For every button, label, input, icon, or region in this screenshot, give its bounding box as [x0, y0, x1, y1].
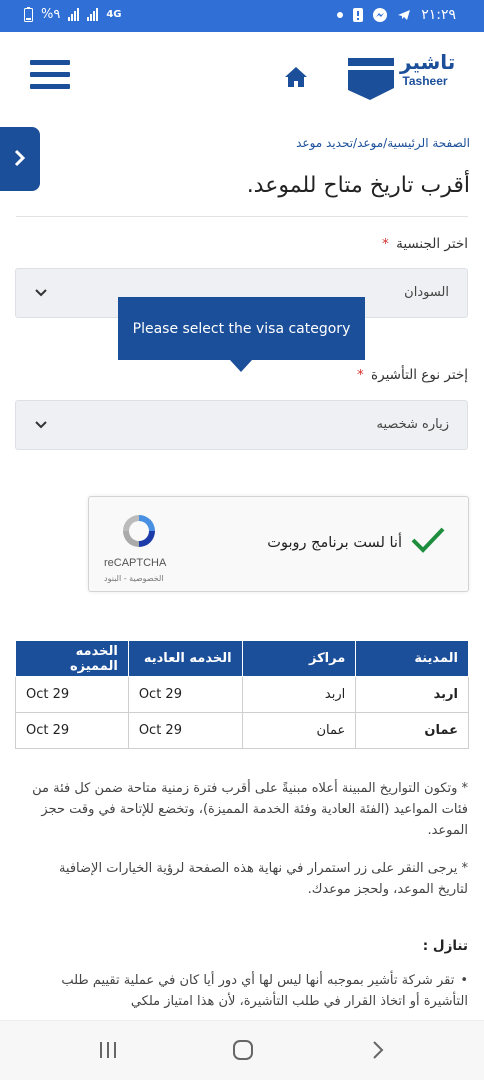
cell-center: اربد [241, 676, 357, 713]
cell-center: عمان [241, 712, 357, 749]
back-icon[interactable] [370, 1039, 386, 1061]
validation-tooltip: Please select the visa category [118, 297, 365, 360]
logo-text-en: Tasheer [402, 74, 448, 88]
alert-icon [353, 8, 364, 22]
signal-icon [68, 8, 80, 21]
status-right: ٢١:٢٩ [337, 7, 456, 23]
tooltip-arrow [230, 360, 252, 372]
table-row: اربد اربد Oct 29 Oct 29 [15, 676, 469, 713]
divider [16, 216, 468, 217]
visa-type-label: إختر نوع التأشيرة * [357, 367, 468, 383]
visa-type-label-text: إختر نوع التأشيرة [371, 367, 468, 383]
visa-type-select[interactable]: زياره شخصيه [15, 400, 468, 450]
disclaimer-title: تنازل : [422, 938, 468, 954]
disclaimer-body: تقر شركة تأشير بموجبه أنها ليس لها أي دو… [61, 973, 468, 1009]
note-dates-info: * وتكون التواريخ المبينة أعلاه مبنيةً عل… [32, 781, 468, 838]
header-center: مراكز [241, 640, 357, 677]
recent-apps-icon[interactable] [98, 1040, 118, 1060]
nationality-label-text: اختر الجنسية [396, 236, 468, 252]
bullet: • [460, 973, 468, 988]
home-nav-icon[interactable] [232, 1039, 254, 1061]
messenger-icon [373, 8, 388, 22]
battery-icon [24, 7, 33, 22]
recaptcha-brand: reCAPTCHA [104, 557, 167, 569]
menu-button[interactable] [30, 60, 70, 94]
side-panel-toggle[interactable] [0, 127, 40, 191]
recaptcha-links[interactable]: الخصوصية - البنود [104, 574, 164, 583]
nationality-value: السودان [404, 285, 449, 300]
breadcrumb[interactable]: الصفحة الرئيسية/موعد/تحديد موعد [296, 136, 470, 150]
recaptcha-logo-icon [123, 515, 155, 547]
cell-city: اربد [355, 676, 469, 713]
signal-icon-2 [87, 8, 99, 21]
header-premium: الخدمه المميزه [15, 640, 129, 677]
required-mark: * [382, 236, 389, 252]
table-header-row: المدينة مراكز الخدمه العاديه الخدمه المم… [15, 640, 469, 677]
visa-type-value: زياره شخصيه [376, 417, 449, 432]
cell-regular-date: Oct 29 [127, 712, 243, 749]
cell-city: عمان [355, 712, 469, 749]
status-bar: ٢١:٢٩ %٩ 4G [0, 0, 484, 32]
logo-mark-icon [348, 58, 394, 100]
chevron-right-icon [14, 149, 26, 167]
home-button[interactable] [283, 64, 309, 90]
telegram-icon [398, 10, 411, 20]
system-nav-bar [0, 1020, 484, 1080]
required-mark: * [357, 367, 364, 383]
cell-regular-date: Oct 29 [127, 676, 243, 713]
cell-premium-date: Oct 29 [15, 676, 129, 713]
appointment-dates-table: المدينة مراكز الخدمه العاديه الخدمه المم… [15, 640, 469, 749]
clock: ٢١:٢٩ [421, 7, 456, 23]
logo-text: تاشير Tasheer [400, 50, 456, 88]
home-icon [285, 67, 307, 87]
cell-premium-date: Oct 29 [15, 712, 129, 749]
note-continue-info: * يرجى النقر على زر استمرار في نهاية هذه… [58, 861, 468, 897]
recaptcha-widget: أنا لست برنامج روبوت reCAPTCHA الخصوصية … [88, 496, 469, 592]
logo-text-ar: تاشير [400, 50, 456, 74]
header-city: المدينة [355, 640, 469, 677]
nationality-label: اختر الجنسية * [382, 236, 468, 252]
table-row: عمان عمان Oct 29 Oct 29 [15, 712, 469, 749]
status-left: %٩ 4G [24, 7, 122, 22]
battery-percent: %٩ [41, 7, 61, 22]
chevron-down-icon [35, 289, 47, 297]
page-title: أقرب تاريخ متاح للموعد. [246, 173, 470, 198]
disclaimer-text: •تقر شركة تأشير بموجبه أنها ليس لها أي د… [28, 970, 468, 1012]
header-regular: الخدمه العاديه [127, 640, 243, 677]
chevron-down-icon [35, 421, 47, 429]
recaptcha-label: أنا لست برنامج روبوت [267, 535, 402, 551]
checkmark-icon[interactable] [410, 525, 446, 555]
notification-dot [337, 12, 344, 18]
network-type: 4G [106, 9, 122, 20]
